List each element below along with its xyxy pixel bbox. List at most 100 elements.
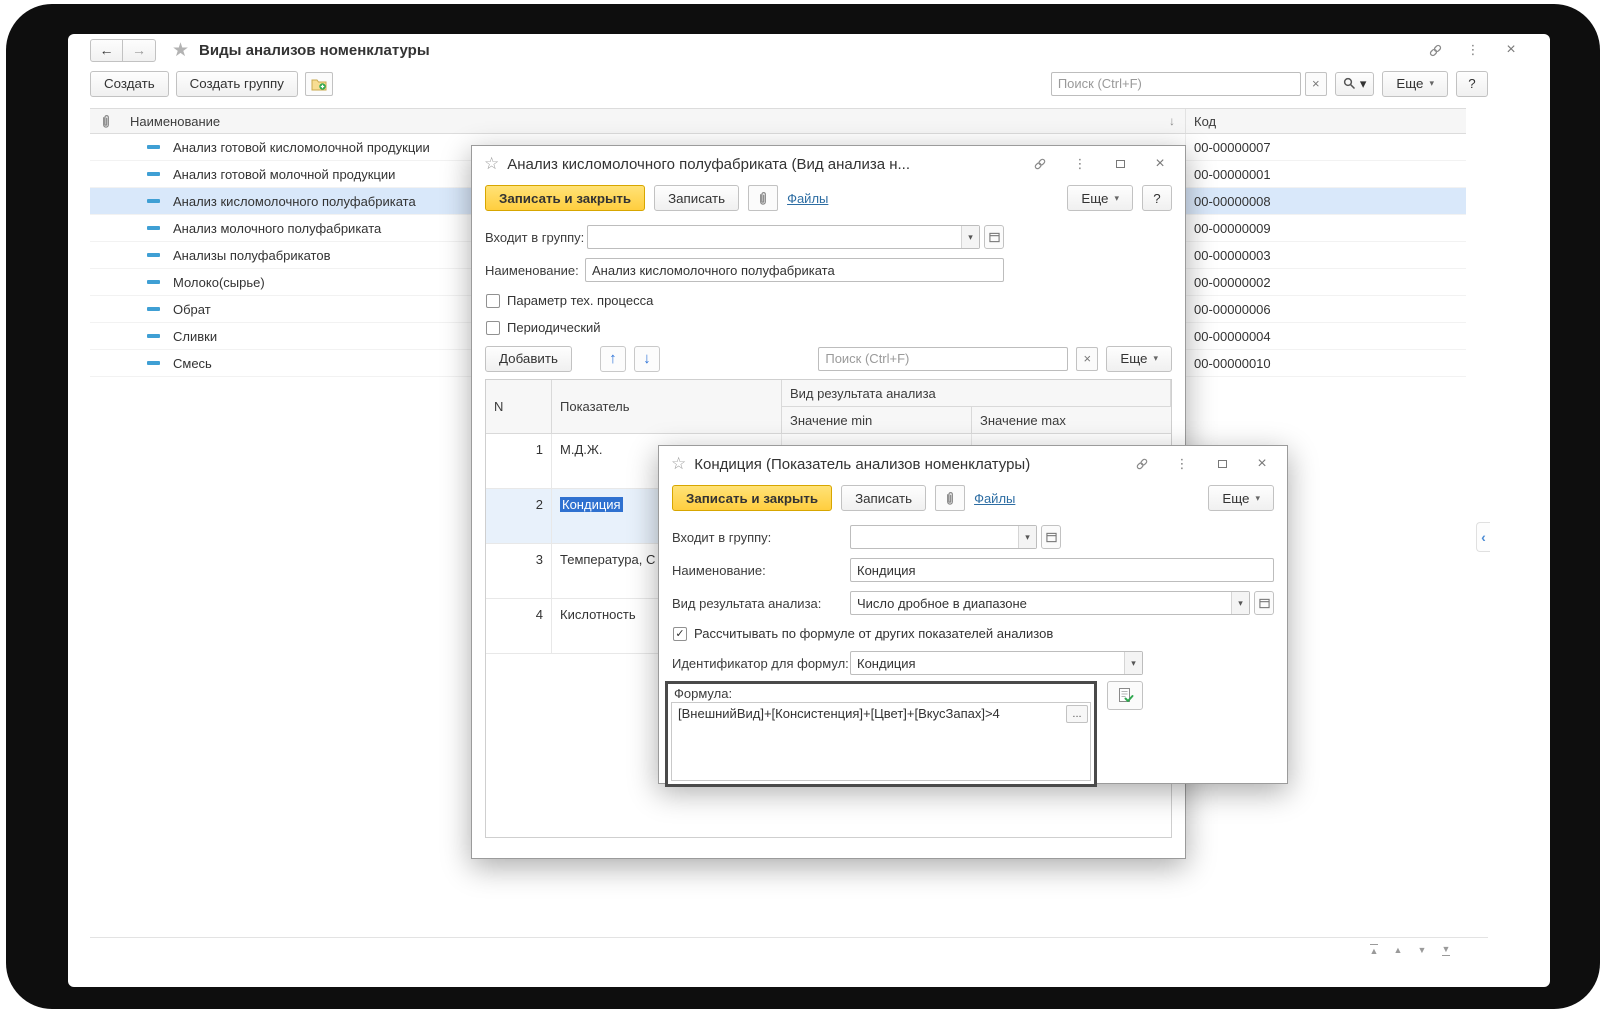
check-formula-button[interactable] bbox=[1107, 681, 1143, 710]
formula-label: Формула: bbox=[674, 686, 733, 701]
search-input[interactable] bbox=[1050, 71, 1301, 96]
save-button[interactable]: Записать bbox=[841, 485, 927, 511]
formula-input[interactable]: [ВнешнийВид]+[Консистенция]+[Цвет]+[Вкус… bbox=[671, 702, 1091, 781]
open-button[interactable] bbox=[1041, 525, 1061, 549]
row-name: Анализ кисломолочного полуфабриката bbox=[173, 193, 416, 209]
identifier-combo: ▾ bbox=[850, 651, 1143, 675]
identifier-input[interactable] bbox=[850, 651, 1143, 675]
col-min-header[interactable]: Значение min bbox=[782, 407, 972, 434]
element-dash-icon bbox=[147, 307, 160, 311]
more-button[interactable]: Еще ▾ bbox=[1382, 70, 1448, 97]
forward-button[interactable]: → bbox=[123, 38, 156, 62]
get-link-icon[interactable] bbox=[1129, 452, 1155, 476]
open-button[interactable] bbox=[984, 225, 1004, 249]
paperclip-icon bbox=[760, 191, 767, 205]
group-input[interactable] bbox=[850, 525, 1037, 549]
col-n-header[interactable]: N bbox=[486, 380, 552, 434]
attach-file-button[interactable] bbox=[935, 485, 966, 511]
result-type-input[interactable] bbox=[850, 591, 1250, 615]
chevron-down-icon[interactable]: ▾ bbox=[961, 226, 979, 248]
col-max-header[interactable]: Значение max bbox=[972, 407, 1171, 434]
col-indicator-header[interactable]: Показатель bbox=[552, 380, 782, 434]
element-dash-icon bbox=[147, 226, 160, 230]
group-label: Входит в группу: bbox=[672, 529, 772, 545]
create-group-icon-button[interactable] bbox=[304, 71, 333, 96]
process-checkbox-label: Параметр тех. процесса bbox=[507, 293, 654, 308]
help-button[interactable]: ? bbox=[1142, 185, 1172, 211]
more-button[interactable]: Еще ▾ bbox=[1208, 485, 1274, 511]
chevron-down-icon[interactable]: ▾ bbox=[1124, 652, 1142, 674]
add-button[interactable]: Добавить bbox=[485, 345, 572, 372]
help-button[interactable]: ? bbox=[1456, 70, 1488, 97]
scroll-to-bottom-icon[interactable]: ▼ bbox=[1436, 942, 1456, 958]
row-code: 00-00000006 bbox=[1194, 301, 1271, 317]
maximize-icon[interactable] bbox=[1107, 152, 1133, 176]
group-input[interactable] bbox=[587, 225, 980, 249]
menu-dots-icon[interactable]: ⋮ bbox=[1169, 452, 1195, 476]
code-column-header[interactable]: Код bbox=[1186, 109, 1466, 133]
more-button[interactable]: Еще ▾ bbox=[1067, 185, 1133, 211]
close-dialog-icon[interactable]: × bbox=[1249, 452, 1275, 476]
scroll-to-top-icon[interactable]: ▲ bbox=[1364, 942, 1384, 958]
periodic-checkbox[interactable] bbox=[486, 320, 500, 335]
menu-dots-icon[interactable]: ⋮ bbox=[1067, 152, 1093, 176]
scroll-up-icon[interactable]: ▲ bbox=[1388, 942, 1408, 958]
attach-file-button[interactable] bbox=[748, 185, 779, 211]
col-result-header[interactable]: Вид результата анализа bbox=[782, 380, 1171, 407]
clear-search-icon[interactable]: × bbox=[1304, 71, 1327, 96]
create-group-button[interactable]: Создать группу bbox=[175, 70, 298, 97]
result-type-combo: ▾ bbox=[850, 591, 1250, 615]
formula-ellipsis-button[interactable]: ... bbox=[1066, 705, 1088, 723]
name-input[interactable] bbox=[850, 558, 1274, 582]
save-button[interactable]: Записать bbox=[654, 185, 740, 211]
group-field-row: Входит в группу: ▾ bbox=[472, 225, 1185, 249]
name-column-header[interactable]: Наименование ↓ bbox=[122, 109, 1186, 133]
chevron-down-icon[interactable]: ▾ bbox=[1018, 526, 1036, 548]
menu-dots-icon[interactable]: ⋮ bbox=[1460, 38, 1486, 62]
indicator-name-selected[interactable]: Кондиция bbox=[560, 497, 623, 512]
row-code: 00-00000004 bbox=[1194, 328, 1271, 344]
open-button[interactable] bbox=[1254, 591, 1274, 615]
dialog-title: Анализ кисломолочного полуфабриката (Вид… bbox=[507, 155, 911, 173]
save-and-close-button[interactable]: Записать и закрыть bbox=[672, 485, 833, 511]
element-dash-icon bbox=[147, 361, 160, 365]
favorite-star-icon[interactable]: ☆ bbox=[484, 154, 499, 174]
name-label: Наименование: bbox=[672, 562, 766, 578]
move-down-icon[interactable]: ↓ bbox=[633, 345, 660, 372]
get-link-icon[interactable] bbox=[1422, 38, 1448, 62]
favorite-star-icon[interactable]: ★ bbox=[172, 39, 189, 62]
list-toolbar: Создать Создать группу × ▾ bbox=[90, 70, 1488, 97]
indicator-table-header: N Показатель Вид результата анализа Знач… bbox=[486, 380, 1171, 434]
row-code: 00-00000010 bbox=[1194, 355, 1271, 371]
process-checkbox-row: Параметр тех. процесса bbox=[472, 292, 1185, 309]
element-dash-icon bbox=[147, 145, 160, 149]
element-dash-icon bbox=[147, 199, 160, 203]
name-input[interactable] bbox=[585, 258, 1004, 282]
get-link-icon[interactable] bbox=[1027, 152, 1053, 176]
save-and-close-button[interactable]: Записать и закрыть bbox=[485, 185, 646, 211]
dialog-command-bar: Записать и закрыть Записать Файлы Еще ▾ ? bbox=[472, 182, 1185, 216]
formula-checkbox-row: ✓ Рассчитывать по формуле от других пока… bbox=[659, 625, 1287, 642]
chevron-down-icon[interactable]: ▾ bbox=[1231, 592, 1249, 614]
table-more-button[interactable]: Еще ▾ bbox=[1106, 345, 1172, 372]
clear-search-icon[interactable]: × bbox=[1076, 346, 1099, 371]
formula-checkbox[interactable]: ✓ bbox=[673, 626, 687, 641]
process-checkbox[interactable] bbox=[486, 293, 500, 308]
files-link[interactable]: Файлы bbox=[787, 191, 828, 206]
move-up-icon[interactable]: ↑ bbox=[599, 345, 626, 372]
indicator-table-toolbar: Добавить ↑ ↓ × Еще▾ bbox=[472, 345, 1185, 372]
create-button[interactable]: Создать bbox=[90, 70, 169, 97]
scroll-down-icon[interactable]: ▼ bbox=[1412, 942, 1432, 958]
name-field-row: Наименование: bbox=[472, 258, 1185, 282]
attachment-column-header[interactable] bbox=[90, 109, 122, 133]
favorite-star-icon[interactable]: ☆ bbox=[671, 454, 686, 474]
close-window-icon[interactable]: × bbox=[1498, 38, 1524, 62]
table-search-input[interactable] bbox=[818, 346, 1069, 371]
back-button[interactable]: ← bbox=[90, 38, 123, 62]
files-link[interactable]: Файлы bbox=[974, 491, 1015, 506]
find-button[interactable]: ▾ bbox=[1334, 71, 1375, 96]
group-label: Входит в группу: bbox=[485, 229, 585, 245]
close-dialog-icon[interactable]: × bbox=[1147, 152, 1173, 176]
panel-collapse-handle[interactable]: ‹ bbox=[1476, 522, 1490, 552]
maximize-icon[interactable] bbox=[1209, 452, 1235, 476]
